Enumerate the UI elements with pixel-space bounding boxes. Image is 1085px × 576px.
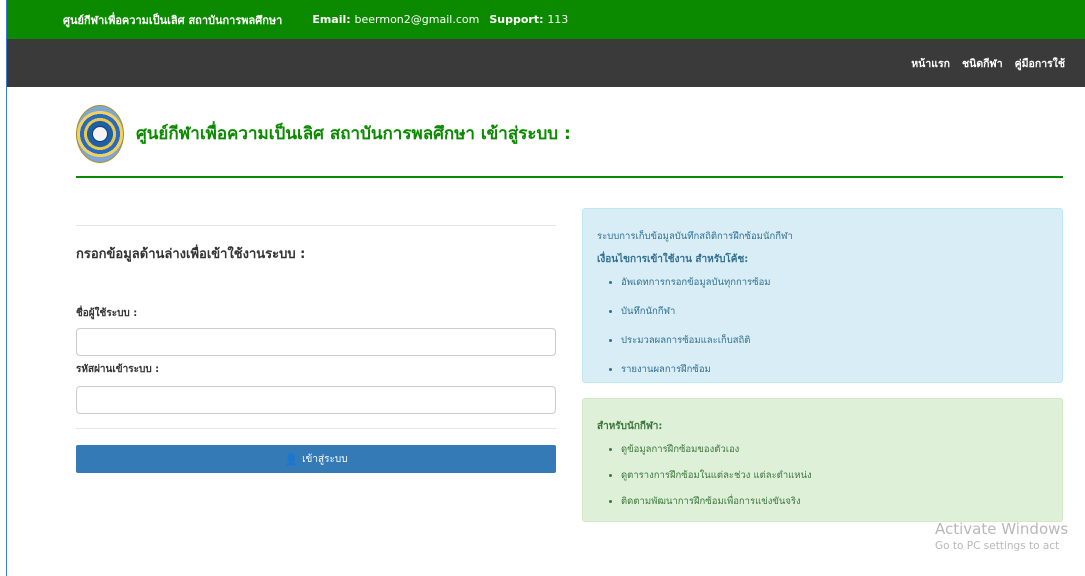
coach-features-list: อัพเดทการกรอกข้อมูลบันทุกการซ้อม บันทึกน… [597,275,1048,377]
form-divider-bottom [76,428,556,429]
list-item: อัพเดทการกรอกข้อมูลบันทุกการซ้อม [621,275,1048,290]
list-item: ประมวลผลการซ้อมและเก็บสถิติ [621,333,1048,348]
page-header: ศูนย์กีฬาเพื่อความเป็นเลิศ สถาบันการพลศึ… [76,100,1063,178]
email-label: Email: [312,13,351,26]
login-button[interactable]: 👤 เข้าสู่ระบบ [76,445,556,473]
activation-watermark: Activate Windows Go to PC settings to ac… [935,520,1068,552]
list-item: รายงานผลการฝึกซ้อม [621,362,1048,377]
coach-info-box: ระบบการเก็บข้อมูลบันทึกสถิติการฝึกซ้อมนั… [582,208,1063,383]
nav-sport-types-link[interactable]: ชนิดกีฬา [962,55,1003,72]
seal-center [92,126,108,142]
watermark-line1: Activate Windows [935,520,1069,538]
form-divider-top [76,225,556,226]
email-value: beermon2@gmail.com [354,13,480,26]
list-item: บันทึกนักกีฬา [621,304,1048,319]
athlete-features-list: ดูข้อมูลการฝึกซ้อมของตัวเอง ดูตารางการฝึ… [597,442,1048,509]
nav-manual-link[interactable]: คู่มือการใช้ [1015,55,1065,72]
info-intro: ระบบการเก็บข้อมูลบันทึกสถิติการฝึกซ้อมนั… [597,231,793,242]
watermark-line2: Go to PC settings to act [935,540,1060,552]
athlete-heading: สำหรับนักกีฬา: [597,421,663,432]
username-label: ชื่อผู้ใช้ระบบ : [76,308,138,319]
main-navbar: หน้าแรก ชนิดกีฬา คู่มือการใช้ [7,39,1085,87]
site-name: ศูนย์กีฬาเพื่อความเป็นเลิศ สถาบันการพลศึ… [63,13,283,27]
top-contact-bar: ศูนย์กีฬาเพื่อความเป็นเลิศ สถาบันการพลศึ… [7,0,1085,39]
password-input[interactable] [76,386,556,414]
login-button-label: เข้าสู่ระบบ [302,453,348,465]
nav-home-link[interactable]: หน้าแรก [911,55,950,72]
support-value: 113 [547,13,569,26]
username-input[interactable] [76,328,556,356]
list-item: ติดตามพัฒนาการฝึกซ้อมเพื่อการแข่งขันจริง [621,494,1048,509]
window-edge [0,0,7,576]
login-form: กรอกข้อมูลด้านล่างเพื่อเข้าใช้งานระบบ : … [76,225,556,473]
support-label: Support: [489,13,544,26]
list-item: ดูข้อมูลการฝึกซ้อมของตัวเอง [621,442,1048,457]
info-heading: เงื่อนไขการเข้าใช้งาน สำหรับโค้ช: [597,254,749,265]
user-icon: 👤 [284,452,299,466]
form-title: กรอกข้อมูลด้านล่างเพื่อเข้าใช้งานระบบ : [76,247,306,262]
password-label: รหัสผ่านเข้าระบบ : [76,364,160,375]
contact-info: Email: beermon2@gmail.com Support: 113 [312,13,568,26]
list-item: ดูตารางการฝึกซ้อมในแต่ละช่วง แต่ละตำแหน่… [621,468,1048,483]
athlete-info-box: สำหรับนักกีฬา: ดูข้อมูลการฝึกซ้อมของตัวเ… [582,398,1063,522]
institute-seal-logo [76,105,124,163]
page-title: ศูนย์กีฬาเพื่อความเป็นเลิศ สถาบันการพลศึ… [136,123,571,144]
